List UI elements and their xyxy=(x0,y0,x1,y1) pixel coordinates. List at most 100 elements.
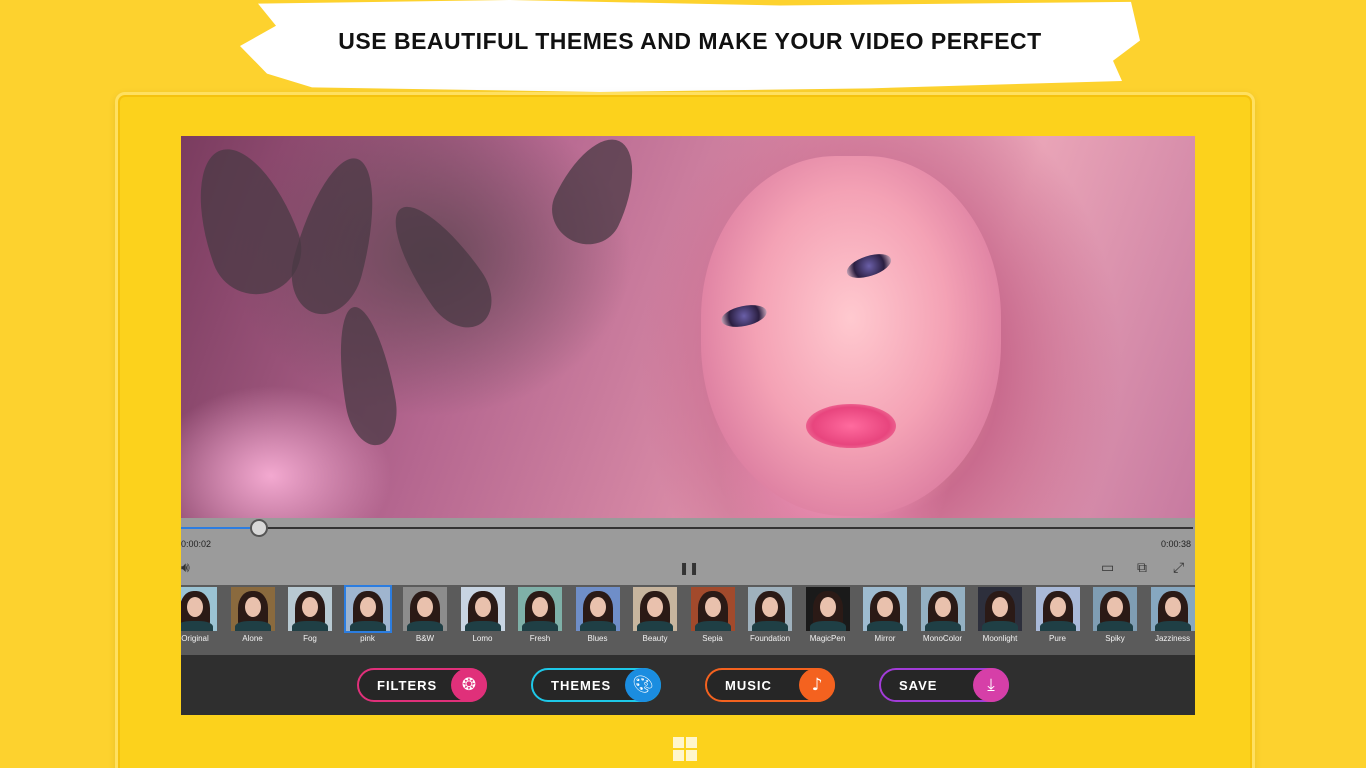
filter-thumbnail xyxy=(518,587,562,631)
filters-button[interactable]: FILTERS ❂ xyxy=(357,668,487,702)
aspect-ratio-icon[interactable]: ▭ xyxy=(1101,561,1114,575)
filter-label: Spiky xyxy=(1105,634,1125,643)
filter-item[interactable]: Blues xyxy=(574,585,622,655)
leaf-shape xyxy=(541,136,651,256)
thumbnail-body xyxy=(752,621,788,631)
thumbnail-skin xyxy=(187,597,203,617)
filter-thumbnail xyxy=(978,587,1022,631)
music-button[interactable]: MUSIC ♪ xyxy=(705,668,835,702)
filter-label: B&W xyxy=(415,634,435,643)
thumbnail-body xyxy=(982,621,1018,631)
thumbnail-body xyxy=(579,621,616,631)
portrait-face xyxy=(701,156,1001,516)
filter-label: MonoColor xyxy=(922,634,963,643)
thumbnail-skin xyxy=(934,597,951,617)
thumbnail-body xyxy=(234,621,271,631)
filter-label: Blues xyxy=(587,634,608,643)
music-button-label: MUSIC xyxy=(725,678,772,693)
filter-label: Original xyxy=(181,634,209,643)
filter-item[interactable]: Spiky xyxy=(1091,585,1139,655)
thumbnail-skin xyxy=(992,597,1008,617)
thumbnail-body xyxy=(522,621,558,631)
cast-icon[interactable]: ⧉ xyxy=(1137,561,1147,575)
filter-item[interactable]: Moonlight xyxy=(976,585,1024,655)
download-icon: ⤓ xyxy=(973,668,1009,702)
filter-thumbnail xyxy=(805,587,850,631)
filter-label: Lomo xyxy=(472,634,493,643)
seek-bar-progress xyxy=(181,527,259,529)
filter-item[interactable]: Lomo xyxy=(459,585,507,655)
filter-item[interactable]: Jazziness xyxy=(1149,585,1196,655)
headline: USE BEAUTIFUL THEMES AND MAKE YOUR VIDEO… xyxy=(338,28,1042,54)
filter-item[interactable]: Fresh xyxy=(516,585,564,655)
filter-label: Fresh xyxy=(529,634,551,643)
filter-thumbnail xyxy=(690,587,735,631)
windows-logo-icon xyxy=(673,737,697,761)
filter-thumbnail xyxy=(575,587,620,631)
thumbnail-skin xyxy=(302,597,318,617)
filter-label: Pure xyxy=(1049,634,1066,643)
filter-item[interactable]: Original xyxy=(181,585,219,655)
filter-item[interactable]: Sepia xyxy=(689,585,737,655)
filter-label: Alone xyxy=(242,634,263,643)
filter-item[interactable]: Beauty xyxy=(631,585,679,655)
filter-item[interactable]: MonoColor xyxy=(919,585,967,655)
elapsed-time: 0:00:02 xyxy=(181,539,212,549)
filter-label: pink xyxy=(360,634,375,643)
filters-button-label: FILTERS xyxy=(377,678,438,693)
themes-button[interactable]: THEMES 🎨︎ xyxy=(531,668,661,702)
thumbnail-body xyxy=(867,621,903,631)
thumbnail-skin xyxy=(877,597,893,617)
video-preview[interactable] xyxy=(181,136,1195,518)
thumbnail-skin xyxy=(1049,597,1066,617)
filter-label: Mirror xyxy=(874,634,896,643)
volume-icon[interactable]: 🔊︎ xyxy=(181,561,190,575)
thumbnail-skin xyxy=(244,597,261,617)
thumbnail-skin xyxy=(359,597,376,617)
filters-icon: ❂ xyxy=(451,668,487,702)
bottom-toolbar: FILTERS ❂ THEMES 🎨︎ MUSIC ♪ SAVE ⤓ xyxy=(181,655,1193,715)
thumbnail-body xyxy=(1039,621,1076,631)
themes-button-label: THEMES xyxy=(551,678,612,693)
filter-thumbnail xyxy=(403,587,447,631)
app-screen: 0:00:02 0:00:38 🔊︎ ❚❚ ▭ ⧉ ⤢ Original Alon… xyxy=(181,136,1195,715)
filter-label: Jazziness xyxy=(1154,634,1191,643)
filter-thumbnail xyxy=(181,587,217,631)
filter-item[interactable]: Fog xyxy=(286,585,334,655)
thumbnail-skin xyxy=(762,597,778,617)
filter-thumbnail xyxy=(288,587,332,631)
filter-thumbnail xyxy=(1150,587,1195,631)
filter-thumbnail xyxy=(920,587,965,631)
filter-strip: Original Alone Fog pink B&W Lomo Fresh Blues Bea… xyxy=(181,585,1195,655)
portrait-lips xyxy=(806,404,896,448)
thumbnail-body xyxy=(292,621,328,631)
filter-item[interactable]: Alone xyxy=(229,585,277,655)
thumbnail-body xyxy=(694,621,731,631)
filter-item[interactable]: B&W xyxy=(401,585,449,655)
filter-label: Sepia xyxy=(702,634,723,643)
filter-thumbnail xyxy=(633,587,677,631)
thumbnail-body xyxy=(924,621,961,631)
filter-thumbnail xyxy=(230,587,275,631)
leaf-shape xyxy=(329,302,403,450)
filter-item[interactable]: MagicPen xyxy=(804,585,852,655)
thumbnail-skin xyxy=(819,597,836,617)
filter-item[interactable]: Mirror xyxy=(861,585,909,655)
thumbnail-body xyxy=(181,621,213,631)
filter-item[interactable]: Pure xyxy=(1034,585,1082,655)
thumbnail-body xyxy=(637,621,673,631)
filter-label: MagicPen xyxy=(809,634,846,643)
filter-item[interactable]: Foundation xyxy=(746,585,794,655)
filter-thumbnail xyxy=(863,587,907,631)
filter-item[interactable]: pink xyxy=(343,585,392,655)
thumbnail-skin xyxy=(647,597,663,617)
seek-bar[interactable] xyxy=(181,527,1193,529)
thumbnail-body xyxy=(1154,621,1191,631)
pause-icon[interactable]: ❚❚ xyxy=(679,561,699,575)
save-button[interactable]: SAVE ⤓ xyxy=(879,668,1009,702)
fullscreen-icon[interactable]: ⤢ xyxy=(1173,561,1184,575)
save-button-label: SAVE xyxy=(899,678,938,693)
filter-thumbnail xyxy=(1035,587,1080,631)
thumbnail-body xyxy=(1097,621,1133,631)
seek-handle[interactable] xyxy=(250,519,268,537)
